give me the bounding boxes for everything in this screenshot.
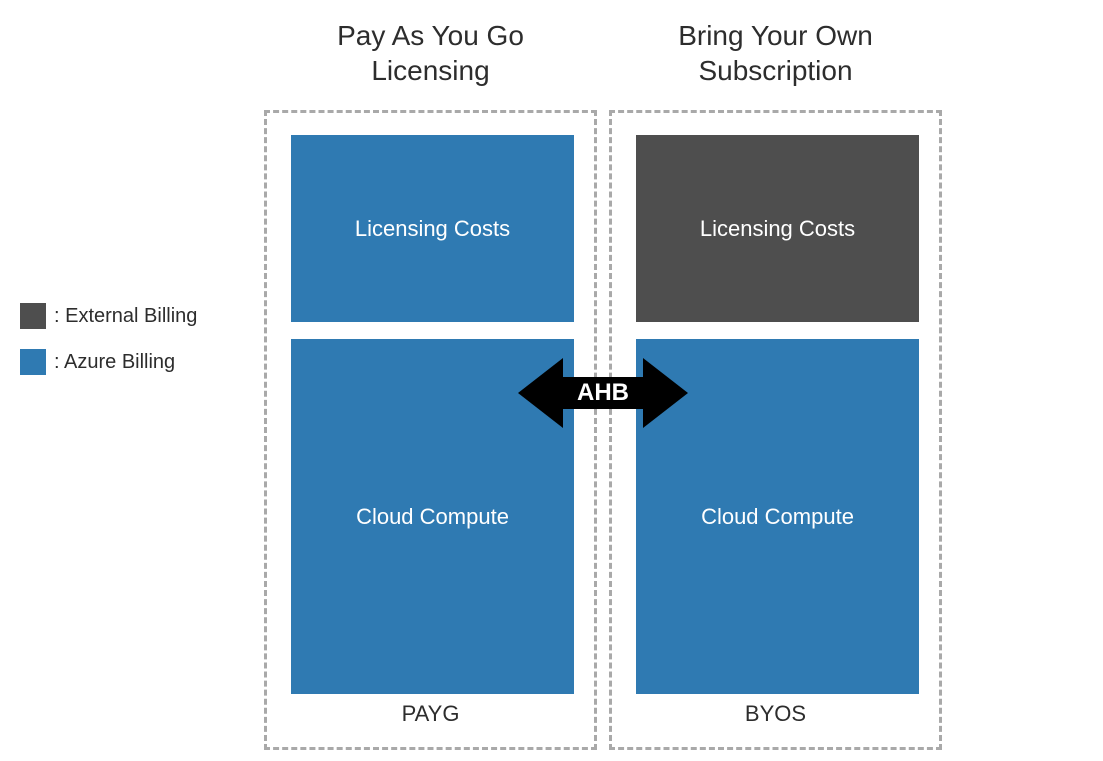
footer-byos: BYOS: [612, 701, 939, 727]
legend: : External Billing : Azure Billing: [20, 303, 197, 395]
block-payg-licensing-label: Licensing Costs: [355, 216, 510, 242]
title-payg-line1: Pay As You Go: [337, 20, 524, 51]
ahb-label: AHB: [518, 353, 688, 433]
title-byos-line1: Bring Your Own: [678, 20, 873, 51]
footer-payg: PAYG: [267, 701, 594, 727]
ahb-double-arrow: AHB: [518, 353, 688, 433]
block-byos-compute-label: Cloud Compute: [701, 504, 854, 530]
legend-swatch-external: [20, 303, 46, 329]
legend-row-external: : External Billing: [20, 303, 197, 329]
title-byos: Bring Your Own Subscription: [609, 18, 942, 88]
title-payg-line2: Licensing: [371, 55, 489, 86]
legend-swatch-azure: [20, 349, 46, 375]
legend-label-azure: : Azure Billing: [54, 351, 175, 374]
block-byos-licensing: Licensing Costs: [636, 135, 919, 322]
block-payg-compute-label: Cloud Compute: [356, 504, 509, 530]
title-byos-line2: Subscription: [698, 55, 852, 86]
block-payg-licensing: Licensing Costs: [291, 135, 574, 322]
title-payg: Pay As You Go Licensing: [264, 18, 597, 88]
legend-label-external: : External Billing: [54, 305, 197, 328]
legend-row-azure: : Azure Billing: [20, 349, 197, 375]
block-byos-licensing-label: Licensing Costs: [700, 216, 855, 242]
